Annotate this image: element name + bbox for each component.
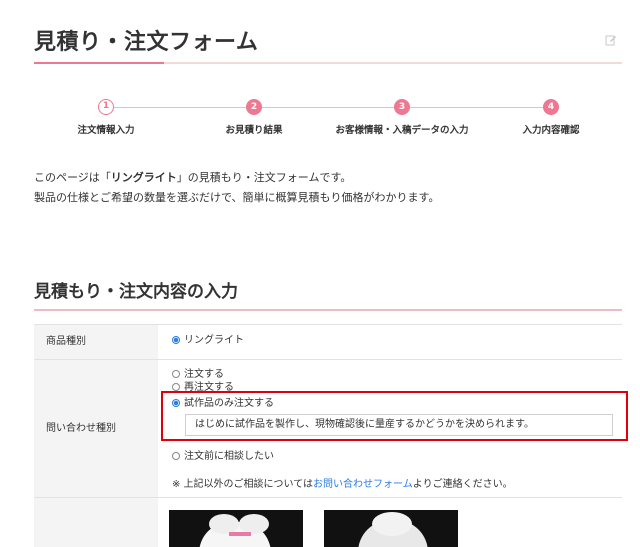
inquiry-option-prototype[interactable]: 試作品のみ注文する (172, 398, 274, 410)
radio-unchecked-icon[interactable] (172, 452, 180, 460)
contact-footnote: ※ 上記以外のご相談についてはお問い合わせフォームよりご連絡ください。 (172, 475, 513, 490)
edit-icon[interactable] (605, 34, 617, 46)
image-row-label (34, 498, 158, 547)
step-4-number: 4 (543, 99, 559, 115)
step-1-number: 1 (98, 99, 114, 115)
inquiry-option-consult[interactable]: 注文前に相談したい (172, 451, 274, 463)
radio-checked-icon[interactable] (172, 399, 180, 407)
intro-suffix: 」の見積もり・注文フォームです。 (176, 171, 352, 184)
radio-unchecked-icon[interactable] (172, 383, 180, 391)
footnote-prefix: ※ 上記以外のご相談については (172, 479, 314, 490)
step-3-label: お客様情報・入稿データの入力 (335, 125, 469, 136)
intro-product-name: リングライト (110, 171, 177, 184)
section-title: 見積もり・注文内容の入力 (34, 282, 238, 302)
prototype-note: はじめに試作品を製作し、現物確認後に量産するかどうかを決められます。 (185, 414, 613, 436)
radio-unchecked-icon[interactable] (172, 370, 180, 378)
inquiry-option-order[interactable]: 注文する (172, 369, 224, 381)
steps-connector-line (106, 107, 552, 108)
intro-line-2: 製品の仕様とご希望の数量を選ぶだけで、簡単に概算見積もり価格がわかります。 (34, 191, 440, 204)
product-photo-2[interactable] (324, 510, 458, 547)
product-type-label: 商品種別 (34, 325, 158, 359)
inquiry-type-label: 問い合わせ種別 (34, 360, 158, 497)
inquiry-option-consult-label: 注文前に相談したい (184, 451, 274, 462)
intro-prefix: このページは「 (34, 171, 111, 184)
title-divider-accent (34, 62, 164, 64)
page-title: 見積り・注文フォーム (34, 30, 259, 55)
footnote-suffix: よりご連絡ください。 (412, 479, 513, 490)
step-2-number: 2 (246, 99, 262, 115)
intro-line-1: このページは「リングライト」の見積もり・注文フォームです。 (34, 169, 351, 185)
step-2-label: お見積り結果 (225, 125, 283, 136)
product-photo-1[interactable] (169, 510, 303, 547)
product-type-option-ringlight[interactable]: リングライト (172, 335, 244, 347)
contact-form-link[interactable]: お問い合わせフォーム (313, 479, 413, 490)
radio-checked-icon[interactable] (172, 336, 180, 344)
step-4-label: 入力内容確認 (522, 125, 580, 136)
inquiry-option-order-label: 注文する (184, 369, 224, 380)
product-type-option-label: リングライト (184, 335, 244, 346)
step-3-number: 3 (394, 99, 410, 115)
step-1-label: 注文情報入力 (77, 125, 135, 136)
inquiry-option-prototype-label: 試作品のみ注文する (184, 398, 274, 409)
section-divider (34, 309, 622, 311)
